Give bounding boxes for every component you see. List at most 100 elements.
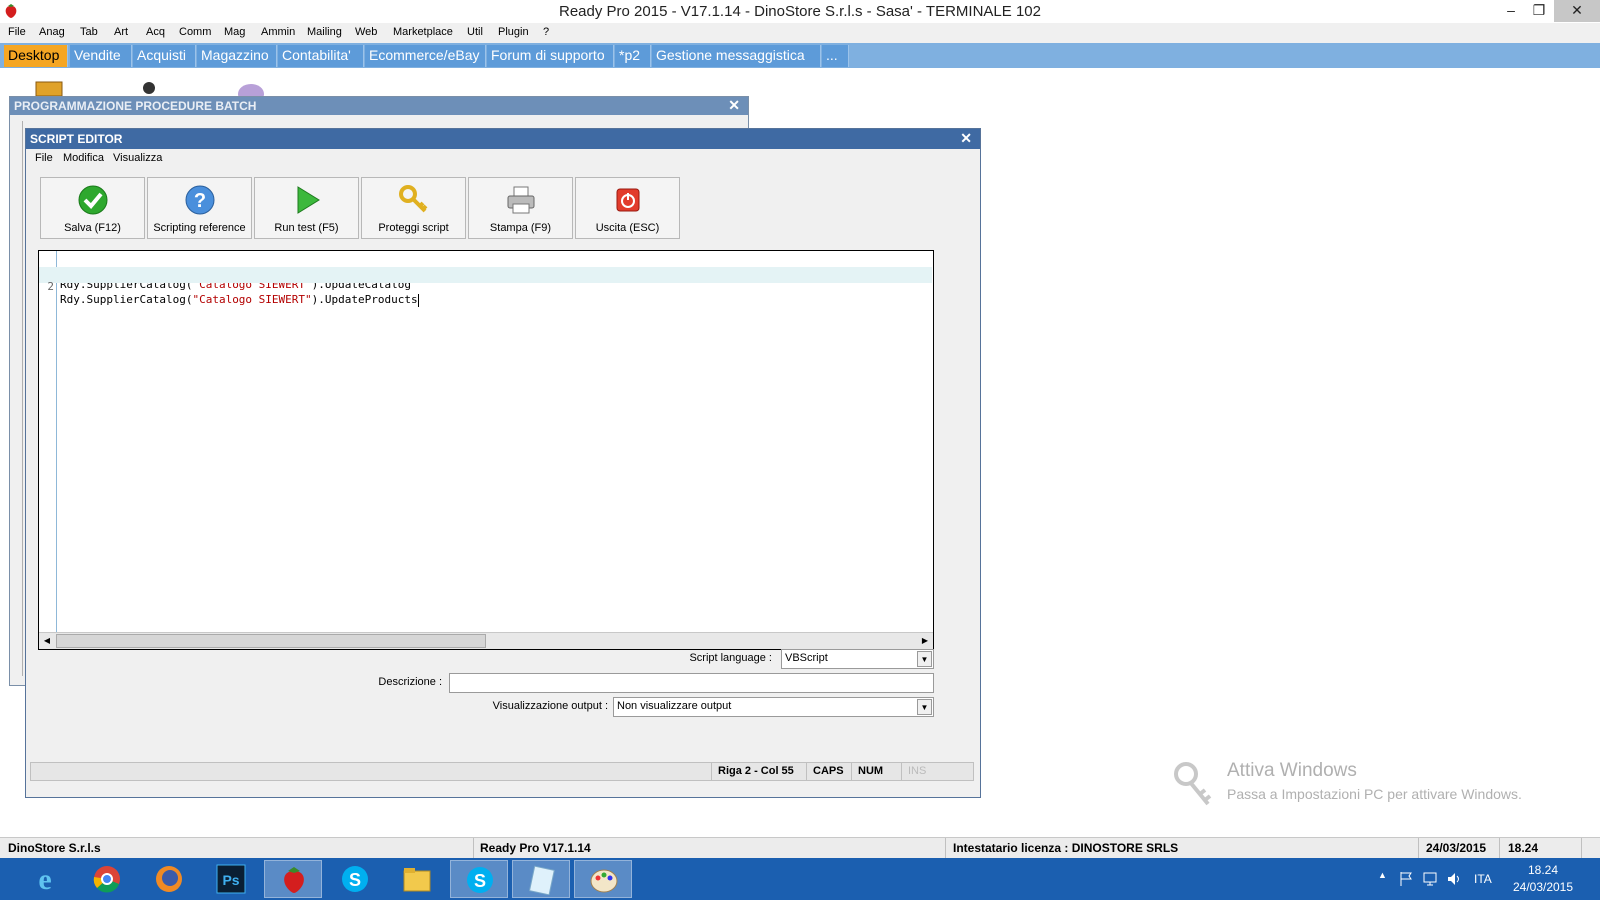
- menu-anag[interactable]: Anag: [39, 26, 65, 38]
- module-tabs: Desktop Vendite Acquisti Magazzino Conta…: [0, 43, 1600, 68]
- editor-menu-modifica[interactable]: Modifica: [63, 152, 104, 164]
- protect-script-button[interactable]: Proteggi script: [361, 177, 466, 239]
- save-button-label: Salva (F12): [64, 222, 121, 234]
- code-string: "Catalogo SIEWERT": [192, 293, 312, 306]
- chevron-down-icon[interactable]: ▼: [917, 651, 932, 667]
- menu-comm[interactable]: Comm: [179, 26, 211, 38]
- menu-web[interactable]: Web: [355, 26, 377, 38]
- tab-p2[interactable]: *p2: [615, 45, 651, 67]
- menu-art[interactable]: Art: [114, 26, 128, 38]
- chrome-button[interactable]: [78, 860, 136, 898]
- flag-icon[interactable]: [1398, 871, 1414, 887]
- status-version: Ready Pro V17.1.14: [474, 838, 946, 858]
- minimize-button[interactable]: –: [1497, 0, 1525, 22]
- restore-button[interactable]: ❐: [1525, 0, 1553, 22]
- exit-button[interactable]: Uscita (ESC): [575, 177, 680, 239]
- show-hidden-icon[interactable]: ▲: [1378, 870, 1387, 880]
- scripting-reference-button[interactable]: ? Scripting reference: [147, 177, 252, 239]
- line-number: 2: [47, 280, 54, 293]
- tab-magazzino[interactable]: Magazzino: [197, 45, 277, 67]
- code-text: ).UpdateProducts: [311, 293, 418, 306]
- output-select[interactable]: Non visualizzare output ▼: [613, 697, 934, 717]
- key-icon: [399, 185, 428, 213]
- power-icon: [616, 188, 640, 212]
- code-editor[interactable]: 1 Rdy.SupplierCatalog("Catalogo SIEWERT"…: [38, 250, 934, 650]
- tab-contabilita[interactable]: Contabilita': [278, 45, 364, 67]
- menu-mag[interactable]: Mag: [224, 26, 245, 38]
- code-line-current[interactable]: 2 Rdy.SupplierCatalog("Catalogo SIEWERT"…: [39, 267, 932, 307]
- descrizione-input[interactable]: [449, 673, 934, 693]
- script-language-label: Script language :: [689, 652, 772, 664]
- script-editor-close-button[interactable]: ✕: [960, 130, 972, 147]
- play-icon: [297, 186, 320, 214]
- menu-acq[interactable]: Acq: [146, 26, 165, 38]
- editor-status-bar: Riga 2 - Col 55 CAPS NUM INS: [30, 762, 974, 781]
- caps-indicator: CAPS: [806, 763, 850, 780]
- menu-plugin[interactable]: Plugin: [498, 26, 529, 38]
- script-language-value: VBScript: [785, 652, 828, 664]
- scroll-thumb[interactable]: [56, 634, 486, 648]
- scroll-right-icon[interactable]: ▶: [917, 634, 933, 648]
- menu-file[interactable]: File: [8, 26, 26, 38]
- check-icon: [78, 185, 108, 215]
- tab-vendite[interactable]: Vendite: [70, 45, 132, 67]
- tab-forum[interactable]: Forum di supporto: [487, 45, 614, 67]
- tab-acquisti[interactable]: Acquisti: [133, 45, 196, 67]
- menu-ammin[interactable]: Ammin: [261, 26, 295, 38]
- volume-icon[interactable]: [1446, 871, 1462, 887]
- status-license: Intestatario licenza : DINOSTORE SRLS: [947, 838, 1419, 858]
- printer-icon: [507, 186, 535, 214]
- help-icon: ?: [185, 185, 215, 215]
- print-button[interactable]: Stampa (F9): [468, 177, 573, 239]
- run-test-button[interactable]: Run test (F5): [254, 177, 359, 239]
- photoshop-icon: Ps: [216, 864, 246, 894]
- close-button[interactable]: ✕: [1554, 0, 1600, 22]
- menu-help[interactable]: ?: [543, 26, 549, 38]
- menu-tab[interactable]: Tab: [80, 26, 98, 38]
- batch-close-button[interactable]: ✕: [728, 97, 740, 114]
- chevron-down-icon[interactable]: ▼: [917, 699, 932, 715]
- tab-desktop[interactable]: Desktop: [4, 45, 68, 67]
- horizontal-scrollbar[interactable]: ◀ ▶: [39, 632, 933, 649]
- paint-icon: [590, 869, 618, 893]
- menu-marketplace[interactable]: Marketplace: [393, 26, 453, 38]
- run-test-label: Run test (F5): [274, 222, 339, 234]
- user-icon[interactable]: [138, 80, 160, 96]
- tab-ecommerce[interactable]: Ecommerce/eBay: [365, 45, 486, 67]
- cursor-position: Riga 2 - Col 55: [711, 763, 800, 780]
- tab-messaggistica[interactable]: Gestione messaggistica: [652, 45, 821, 67]
- readypro-icon: [284, 867, 304, 893]
- code-text: Rdy.SupplierCatalog(: [60, 293, 193, 306]
- globe-icon[interactable]: [236, 80, 266, 96]
- script-language-select[interactable]: VBScript ▼: [781, 649, 934, 669]
- clock-time[interactable]: 18.24: [1518, 863, 1568, 877]
- skype-active-button[interactable]: S: [450, 860, 508, 898]
- skype-button[interactable]: S: [326, 860, 384, 898]
- title-bar: Ready Pro 2015 - V17.1.14 - DinoStore S.…: [0, 0, 1600, 23]
- box-icon[interactable]: [34, 80, 64, 96]
- svg-text:?: ?: [194, 190, 206, 212]
- menu-mailing[interactable]: Mailing: [307, 26, 342, 38]
- code-line[interactable]: 1 Rdy.SupplierCatalog("Catalogo SIEWERT"…: [39, 252, 932, 291]
- internet-explorer-button[interactable]: e: [16, 860, 74, 898]
- editor-menu-visualizza[interactable]: Visualizza: [113, 152, 162, 164]
- save-button[interactable]: Salva (F12): [40, 177, 145, 239]
- clock-date[interactable]: 24/03/2015: [1510, 880, 1576, 894]
- notepad-button[interactable]: [512, 860, 570, 898]
- ins-indicator: INS: [901, 763, 932, 780]
- status-date: 24/03/2015: [1420, 838, 1500, 858]
- photoshop-button[interactable]: Ps: [202, 860, 260, 898]
- firefox-button[interactable]: [140, 860, 198, 898]
- readypro-button[interactable]: [264, 860, 322, 898]
- file-explorer-button[interactable]: [388, 860, 446, 898]
- editor-menu-file[interactable]: File: [35, 152, 53, 164]
- file-explorer-icon: [403, 868, 431, 892]
- scroll-left-icon[interactable]: ◀: [39, 634, 55, 648]
- network-icon[interactable]: [1422, 871, 1438, 887]
- status-company: DinoStore S.r.l.s: [2, 838, 474, 858]
- tab-more[interactable]: ...: [822, 45, 849, 67]
- menu-util[interactable]: Util: [467, 26, 483, 38]
- input-language[interactable]: ITA: [1474, 872, 1492, 886]
- svg-text:S: S: [349, 870, 361, 890]
- paint-button[interactable]: [574, 860, 632, 898]
